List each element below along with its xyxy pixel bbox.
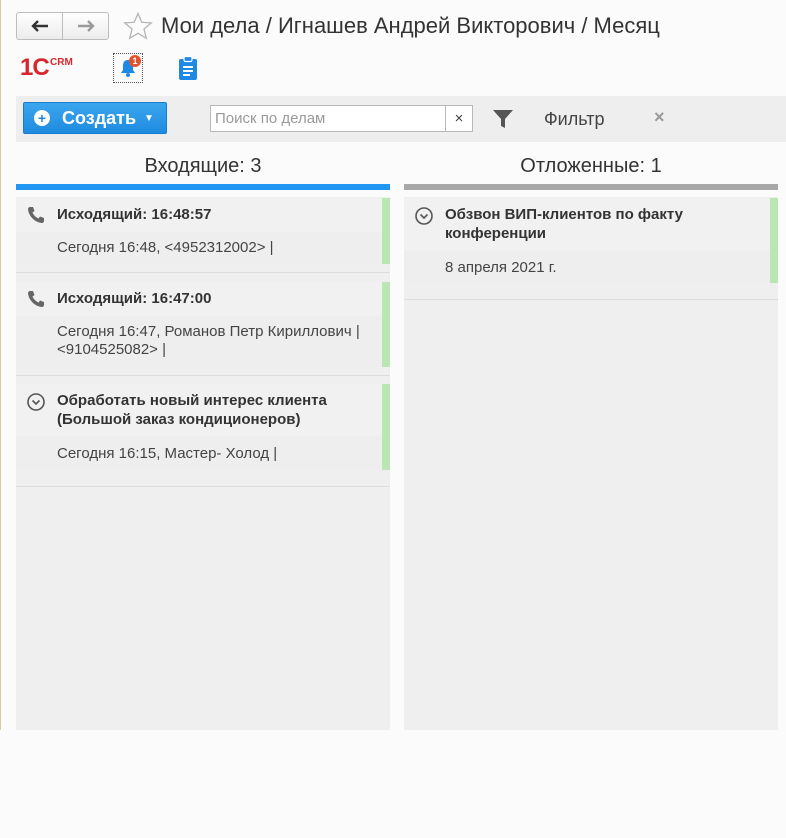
arrow-right-icon	[77, 20, 95, 32]
circle-chevron-down-icon	[415, 207, 433, 225]
task-card-title: Исходящий: 16:48:57	[16, 198, 390, 232]
task-card-title: Обработать новый интерес клиента (Большо…	[16, 384, 390, 436]
phone-icon	[28, 291, 44, 307]
favorite-button[interactable]	[122, 11, 154, 41]
navigation-buttons	[16, 12, 109, 40]
back-button[interactable]	[17, 13, 62, 39]
task-card[interactable]: Обработать новый интерес клиента (Большо…	[16, 384, 390, 470]
card-separator	[16, 375, 390, 376]
search-input[interactable]	[211, 106, 445, 131]
task-card[interactable]: Обзвон ВИП-клиентов по факту конференции…	[404, 198, 778, 283]
task-card[interactable]: Исходящий: 16:47:00 Сегодня 16:47, Роман…	[16, 282, 390, 367]
logo-text: 1С CRM	[20, 54, 73, 81]
card-separator	[404, 299, 778, 300]
postponed-column-bar	[404, 184, 778, 190]
filter-clear-button[interactable]: ×	[654, 107, 665, 128]
page-title: Мои дела / Игнашев Андрей Викторович / М…	[161, 13, 660, 38]
task-card-subtitle: Сегодня 16:48, <4952312002> |	[57, 239, 274, 256]
filter-funnel-icon[interactable]	[492, 108, 514, 130]
forward-button[interactable]	[62, 13, 108, 39]
status-stripe	[382, 282, 390, 367]
arrow-left-icon	[30, 20, 48, 32]
clipboard-icon	[179, 55, 197, 80]
title-bar: Мои дела / Игнашев Андрей Викторович / М…	[16, 11, 660, 41]
task-card-title: Обзвон ВИП-клиентов по факту конференции	[404, 198, 778, 250]
status-stripe	[382, 198, 390, 264]
plus-icon: +	[34, 110, 50, 126]
task-card-subtitle: 8 апреля 2021 г.	[445, 259, 557, 276]
notifications-button[interactable]: 1	[113, 53, 143, 83]
circle-chevron-down-icon	[27, 393, 45, 411]
task-card-subtitle: Сегодня 16:15, Мастер- Холод |	[57, 445, 278, 462]
app-icon-row: 1С CRM 1	[20, 52, 201, 84]
postponed-column-header[interactable]: Отложенные: 1	[404, 142, 778, 184]
task-card-subtitle: Сегодня 16:47, Романов Петр Кириллович |…	[57, 323, 360, 358]
create-button[interactable]: + Создать ▼	[23, 102, 167, 134]
window-left-border	[0, 0, 1, 730]
tasks-button[interactable]	[175, 53, 201, 83]
search-box: ×	[210, 105, 473, 132]
status-stripe	[382, 384, 390, 470]
incoming-column-bar	[16, 184, 390, 190]
task-card-title: Исходящий: 16:47:00	[16, 282, 390, 316]
phone-icon	[28, 207, 44, 223]
card-separator	[16, 272, 390, 273]
postponed-list: Обзвон ВИП-клиентов по факту конференции…	[404, 197, 778, 730]
notification-badge: 1	[129, 55, 141, 67]
filter-button[interactable]: Фильтр	[544, 109, 604, 130]
toolbar: + Создать ▼ × Фильтр ×	[16, 96, 786, 142]
incoming-list: Исходящий: 16:48:57 Сегодня 16:48, <4952…	[16, 197, 390, 730]
postponed-column: Отложенные: 1 Обзвон ВИП-клиентов по фак…	[404, 142, 778, 730]
search-clear-button[interactable]: ×	[445, 106, 472, 131]
1c-crm-logo[interactable]: 1С CRM	[20, 54, 86, 82]
caret-down-icon: ▼	[144, 112, 154, 124]
create-button-label: Создать	[62, 107, 137, 128]
star-icon	[123, 12, 153, 40]
task-card[interactable]: Исходящий: 16:48:57 Сегодня 16:48, <4952…	[16, 198, 390, 264]
incoming-column-header[interactable]: Входящие: 3	[16, 142, 390, 184]
empty-footer-area	[0, 730, 786, 838]
incoming-column: Входящие: 3 Исходящий: 16:48:57 Сегодня …	[16, 142, 390, 730]
status-stripe	[770, 198, 778, 283]
card-separator	[16, 486, 390, 487]
